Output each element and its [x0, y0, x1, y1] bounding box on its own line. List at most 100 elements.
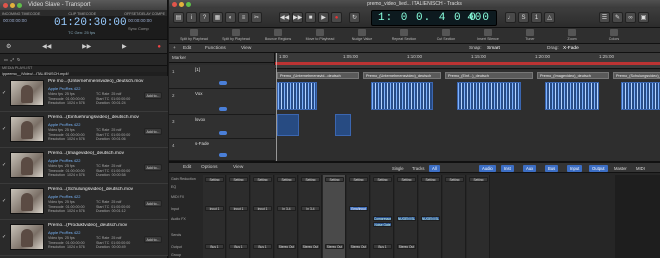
drag-select[interactable]: X-Fade: [563, 46, 579, 51]
channel-strip[interactable]: Setting: [443, 175, 466, 258]
loop-icon[interactable]: ↻: [17, 57, 20, 62]
input-slot[interactable]: Input 1: [253, 206, 272, 211]
metronome-icon[interactable]: △: [544, 12, 555, 23]
input-slot[interactable]: In 3-4: [301, 206, 320, 211]
mixer-filter-audio[interactable]: Audio: [479, 165, 496, 172]
playlist-clip[interactable]: ✓ Pre mo...(Unternehmensvideo)_deutsch.mo…: [0, 76, 168, 112]
mixer-menu-view[interactable]: View: [233, 165, 243, 170]
audio-region[interactable]: [277, 82, 317, 110]
mixer-icon[interactable]: ≡: [238, 12, 249, 23]
setting-slot[interactable]: Setting: [421, 177, 440, 182]
track-volume-pill[interactable]: [219, 153, 227, 157]
track-volume-pill[interactable]: [219, 107, 227, 111]
menu-edit[interactable]: Edit: [183, 46, 191, 51]
audio-region[interactable]: [335, 114, 351, 136]
audio-fx-slot[interactable]: Noise Gate: [373, 222, 392, 227]
playhead[interactable]: [276, 53, 277, 161]
mixer-mode-all[interactable]: All: [429, 165, 440, 172]
monitor-icon[interactable]: ▭: [4, 57, 8, 62]
menu-view[interactable]: View: [241, 46, 251, 51]
output-slot[interactable]: Bus 1: [253, 244, 272, 249]
mixer-filter-inst[interactable]: Inst: [501, 165, 514, 172]
channel-strip[interactable]: Setting Input 1 Bus 1: [227, 175, 250, 258]
track-header[interactable]: 1 [1]: [169, 65, 275, 89]
rewind-icon[interactable]: ◀◀: [279, 12, 290, 23]
input-slot[interactable]: Emp/Input: [349, 206, 368, 211]
mixer-mode-tracks[interactable]: Tracks: [409, 165, 427, 172]
setting-slot[interactable]: Setting: [445, 177, 464, 182]
loops-icon[interactable]: ∞: [625, 12, 636, 23]
toolbar-item[interactable]: Colors: [599, 29, 629, 41]
clip-checkbox[interactable]: ✓: [2, 162, 6, 168]
region-header[interactable]: Premo_(Imagevideo)_deutsch: [537, 72, 609, 79]
snap-select[interactable]: Smart: [487, 46, 500, 51]
toolbar-item[interactable]: Insert Silence: [473, 29, 503, 41]
region-header[interactable]: Premo_(Schulungsvideo)_deu: [613, 72, 660, 79]
setting-slot[interactable]: Setting: [349, 177, 368, 182]
output-slot[interactable]: Bus 1: [205, 244, 224, 249]
setting-slot[interactable]: Setting: [277, 177, 296, 182]
mixer-mode-single[interactable]: Single: [389, 165, 407, 172]
mixer-filter-master[interactable]: Master: [611, 165, 630, 172]
audio-fx-slot[interactable]: Compressor: [373, 216, 392, 221]
marker-track[interactable]: Marker: [169, 53, 274, 63]
list-editors-icon[interactable]: ☰: [599, 12, 610, 23]
audio-region[interactable]: [371, 82, 433, 110]
toolbar-icon[interactable]: ▦: [212, 12, 223, 23]
channel-strip[interactable]: Setting Compressor Noise Gate Bus 1: [371, 175, 394, 258]
channel-strip[interactable]: Setting Input 1 Bus 1: [203, 175, 226, 258]
ruler[interactable]: 1:00 1:05:00 1:10:00 1:15:00 1:20:00 1:25:00: [275, 53, 660, 69]
setting-slot[interactable]: Setting: [253, 177, 272, 182]
channel-strip[interactable]: Setting Stereo Out: [323, 175, 346, 258]
play-icon[interactable]: ▶: [318, 12, 329, 23]
audio-fx-slot[interactable]: NUGEN ISL: [421, 216, 440, 221]
channel-strip[interactable]: Setting NUGEN ISL: [419, 175, 442, 258]
track-header[interactable]: 3 lsvox: [169, 115, 275, 139]
fullscreen-icon[interactable]: ⤢: [11, 57, 14, 62]
solo-icon[interactable]: S: [518, 12, 529, 23]
add-to-button[interactable]: Add to...: [144, 200, 162, 207]
mixer-filter-input[interactable]: Input: [567, 165, 583, 172]
channel-strip[interactable]: Setting In 3-4 Stereo Out: [275, 175, 298, 258]
add-to-button[interactable]: Add to...: [144, 236, 162, 243]
output-slot[interactable]: Bus 1: [229, 244, 248, 249]
menu-functions[interactable]: Functions: [205, 46, 226, 51]
add-to-button[interactable]: Add to...: [144, 164, 162, 171]
mixer-menu-edit[interactable]: Edit: [183, 165, 191, 170]
toolbar-item[interactable]: Split by Playhead: [221, 29, 251, 41]
mixer-filter-aux[interactable]: Aux: [523, 165, 537, 172]
lcd-display[interactable]: 1: 0 0. 4 0 0 400: [371, 10, 497, 26]
setting-slot[interactable]: Setting: [301, 177, 320, 182]
clip-checkbox[interactable]: ✓: [2, 90, 6, 96]
menu-add-icon[interactable]: +: [173, 46, 176, 51]
audio-region[interactable]: [277, 114, 299, 136]
toolbar-item[interactable]: Repeat Section: [389, 29, 419, 41]
cycle-icon[interactable]: ↻: [349, 12, 360, 23]
stop-icon[interactable]: ■: [305, 12, 316, 23]
channel-strip[interactable]: Setting In 3-4 Stereo Out: [299, 175, 322, 258]
playlist-clip[interactable]: ✓ Premo...(Imagevideo)_deutsch.mov Apple P…: [0, 148, 168, 184]
record-icon[interactable]: ●: [331, 12, 342, 23]
settings-icon[interactable]: ⚙: [6, 43, 11, 50]
close-icon[interactable]: [3, 2, 8, 8]
audio-region[interactable]: [545, 82, 599, 110]
setting-slot[interactable]: Setting: [325, 177, 344, 182]
toolbar-item[interactable]: Bounce Regions: [263, 29, 293, 41]
track-header[interactable]: 4 s-Fade: [169, 139, 275, 161]
fast-forward-icon[interactable]: ▶▶: [292, 12, 303, 23]
minimize-icon[interactable]: [179, 1, 184, 7]
help-icon[interactable]: ?: [199, 12, 210, 23]
playlist-clip[interactable]: ✓ Premo...(Einfuehrungsvideo)_deutsch.mov…: [0, 112, 168, 148]
toolbar-item[interactable]: Move to Playhead: [305, 29, 335, 41]
count-in-icon[interactable]: 1: [531, 12, 542, 23]
play-icon[interactable]: ▶: [122, 43, 127, 50]
playlist-clip[interactable]: ✓ Premo...(Schulungsvideo)_deutsch.mov App…: [0, 184, 168, 220]
track-volume-pill[interactable]: [219, 131, 227, 135]
clip-checkbox[interactable]: ✓: [2, 126, 6, 132]
browser-icon[interactable]: ▣: [638, 12, 649, 23]
toolbar-item[interactable]: Zoom: [557, 29, 587, 41]
audio-region[interactable]: [621, 82, 660, 110]
channel-strip[interactable]: Setting NUGEN ISL Stereo Out: [395, 175, 418, 258]
record-icon[interactable]: ●: [157, 44, 161, 50]
tuner-icon[interactable]: ♩: [505, 12, 516, 23]
